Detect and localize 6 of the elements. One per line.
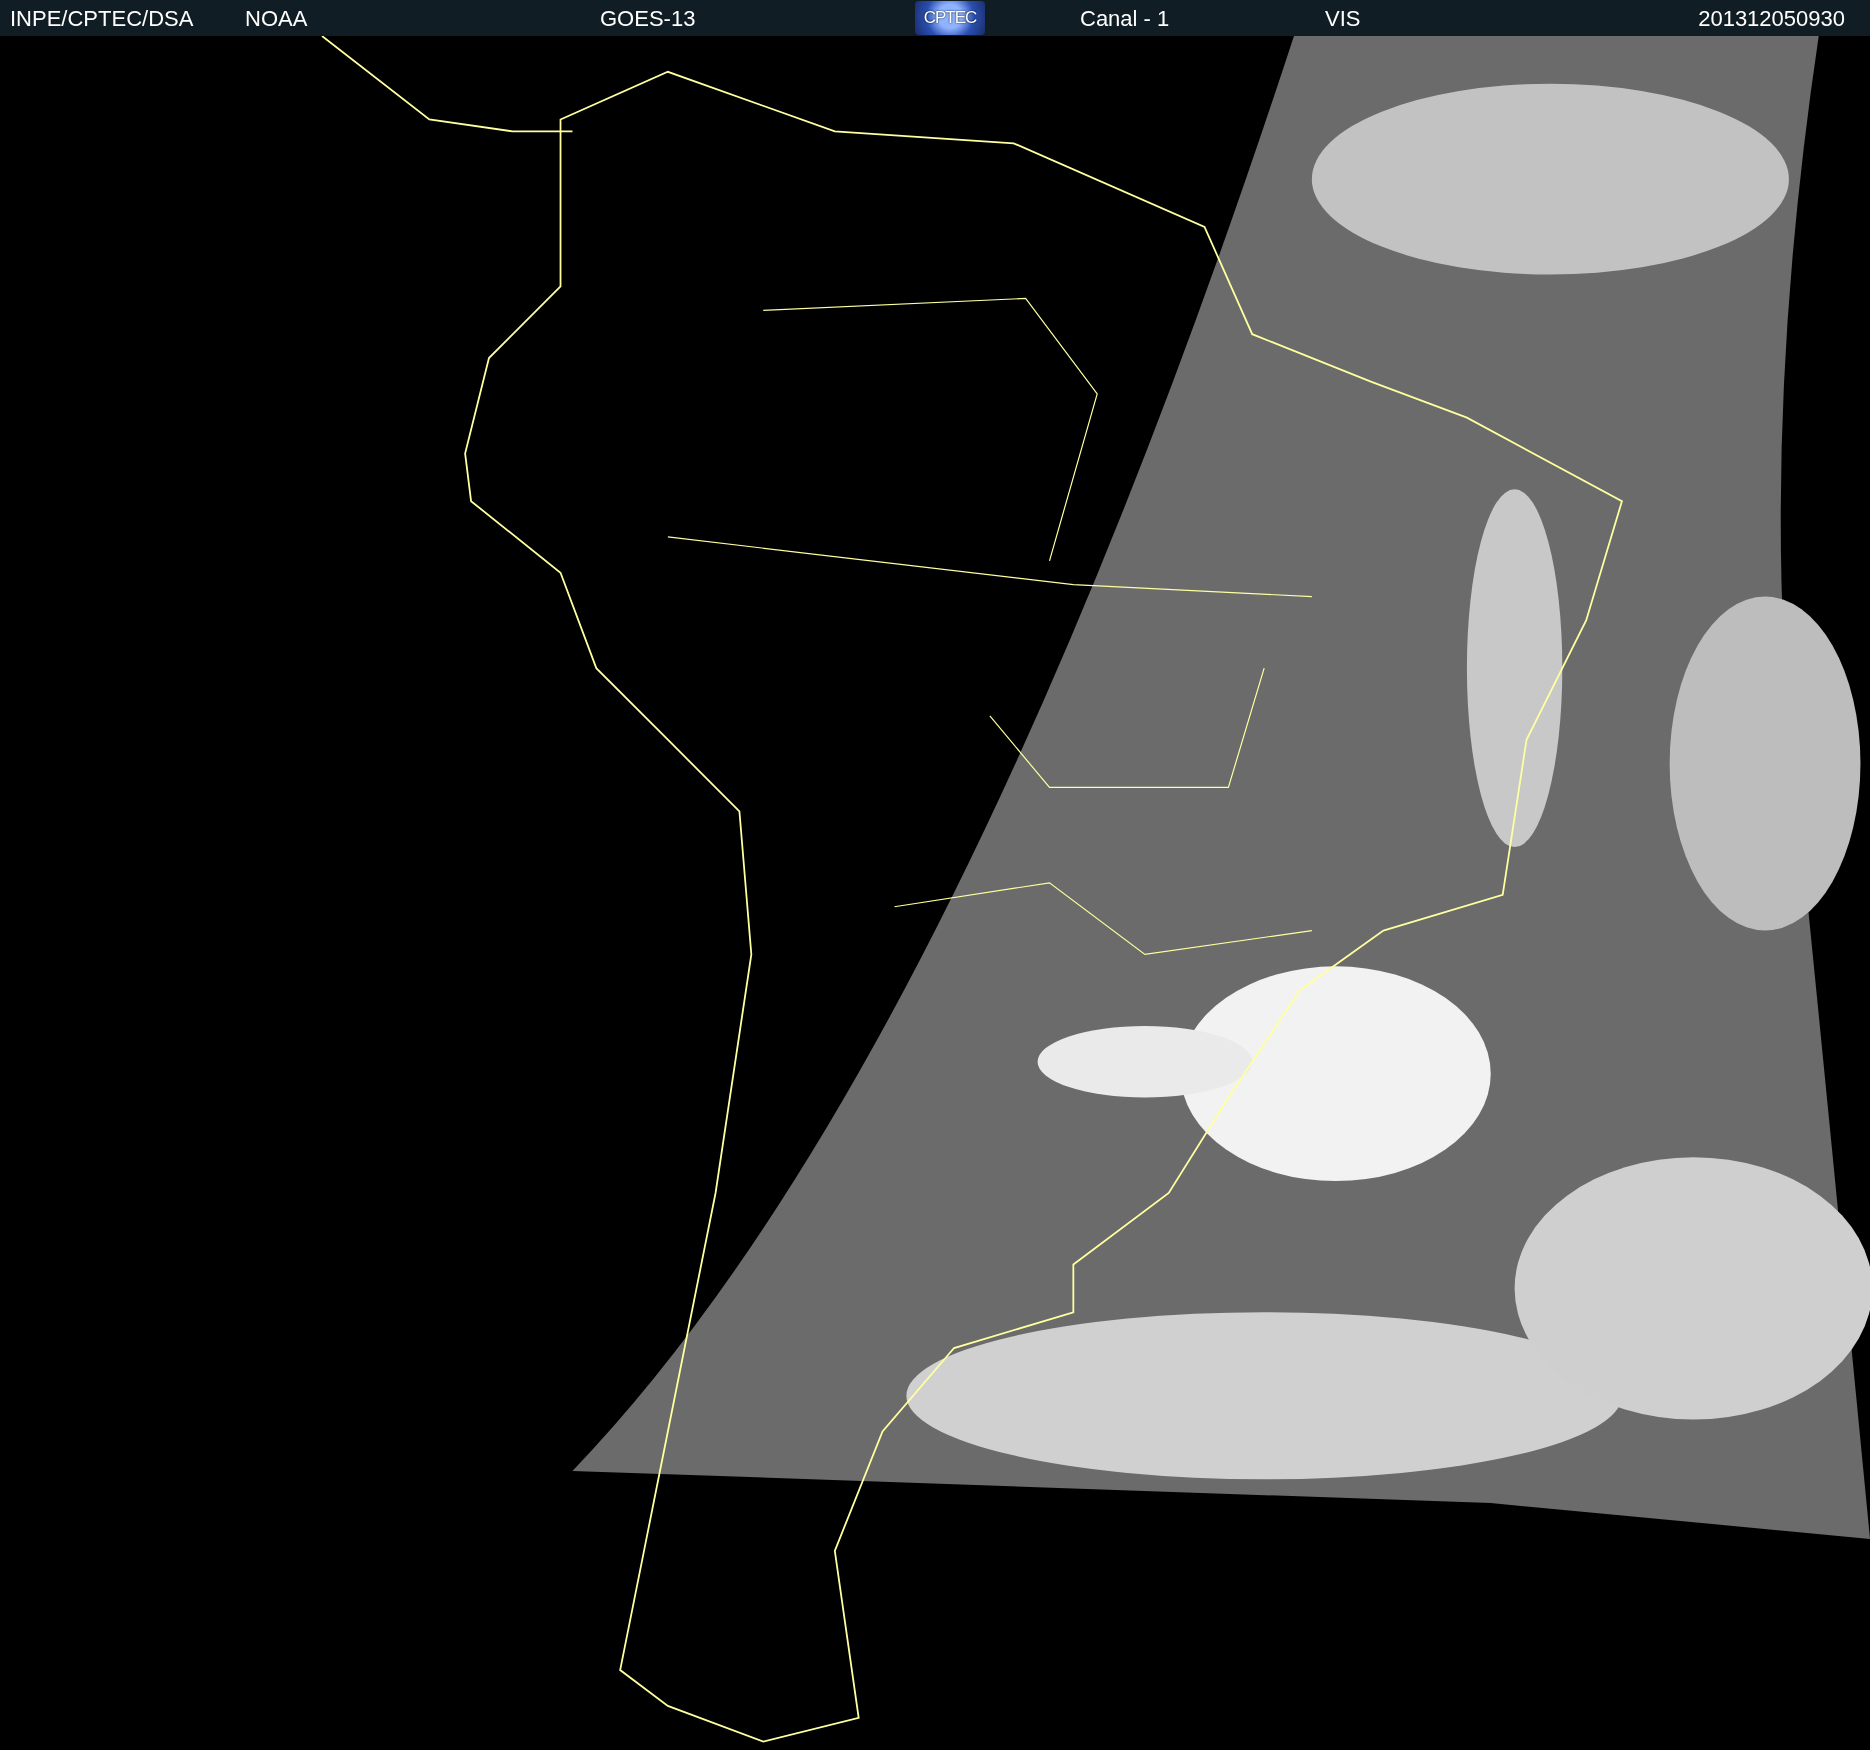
header-label: NOAA xyxy=(245,4,309,33)
header-label: GOES-13 xyxy=(600,4,697,33)
header-label: INPE/CPTEC/DSA xyxy=(10,4,195,33)
header-label: 201312050930 xyxy=(1698,4,1845,33)
header-label: VIS xyxy=(1325,4,1362,33)
header-label: Canal - 1 xyxy=(1080,4,1171,33)
